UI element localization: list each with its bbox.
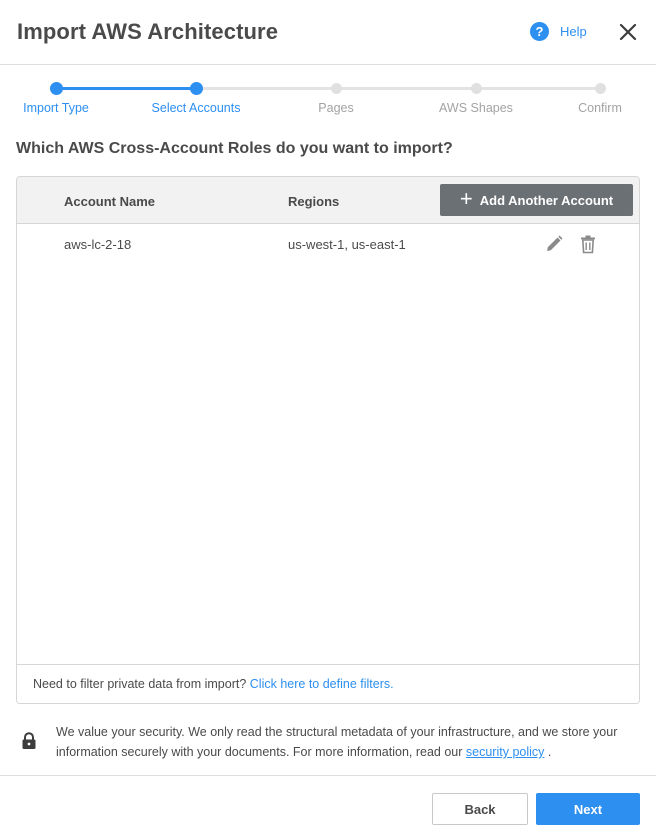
step-dot-select-accounts: [190, 82, 203, 95]
security-text: We value your security. We only read the…: [56, 722, 636, 762]
step-dot-import-type: [50, 82, 63, 95]
delete-account-button[interactable]: [578, 234, 598, 254]
plus-icon: +: [459, 186, 473, 211]
step-dot-aws-shapes: [471, 83, 482, 94]
security-suffix: .: [547, 745, 552, 759]
step-label-select-accounts: Select Accounts: [151, 101, 241, 115]
step-label-pages: Pages: [318, 101, 354, 115]
dialog-footer: Back Next: [0, 775, 656, 840]
step-dot-pages: [331, 83, 342, 94]
stepper-track-complete: [56, 87, 196, 90]
help-label: Help: [560, 24, 587, 39]
back-button[interactable]: Back: [432, 793, 528, 825]
table-row: aws-lc-2-18 us-west-1, us-east-1: [17, 224, 639, 266]
pencil-icon: [547, 235, 563, 251]
dialog-title: Import AWS Architecture: [17, 19, 279, 44]
next-button[interactable]: Next: [536, 793, 640, 825]
add-another-account-button[interactable]: + Add Another Account: [440, 184, 633, 216]
account-name-cell: aws-lc-2-18: [64, 237, 132, 252]
define-filters-link[interactable]: Click here to define filters.: [250, 677, 394, 691]
edit-account-button[interactable]: [544, 234, 564, 254]
dialog-header: Import AWS Architecture ? Help: [0, 0, 656, 65]
close-icon: [619, 23, 637, 41]
filter-prompt: Need to filter private data from import?…: [33, 677, 394, 691]
add-another-account-label: Add Another Account: [479, 192, 614, 208]
step-dot-confirm: [595, 83, 606, 94]
progress-stepper: Import Type Select Accounts Pages AWS Sh…: [0, 78, 656, 118]
step-label-aws-shapes: AWS Shapes: [439, 101, 513, 115]
help-link[interactable]: ? Help: [530, 22, 587, 41]
lock-icon: [22, 732, 36, 749]
close-button[interactable]: [617, 21, 639, 43]
column-header-account-name: Account Name: [64, 194, 156, 209]
question-circle-icon: ?: [530, 22, 549, 41]
security-policy-link[interactable]: security policy: [466, 745, 545, 759]
step-label-import-type[interactable]: Import Type: [23, 101, 89, 115]
security-notice: We value your security. We only read the…: [0, 718, 656, 776]
column-header-regions: Regions: [288, 194, 340, 209]
table-header: Account Name Regions + Add Another Accou…: [17, 177, 639, 224]
accounts-table: Account Name Regions + Add Another Accou…: [16, 176, 640, 704]
filter-bar: Need to filter private data from import?…: [17, 664, 639, 703]
stepper-track-pending: [196, 87, 600, 90]
trash-icon: [581, 235, 595, 254]
section-question: Which AWS Cross-Account Roles do you wan…: [16, 140, 453, 157]
regions-cell: us-west-1, us-east-1: [288, 237, 406, 252]
step-label-confirm: Confirm: [578, 101, 622, 115]
filter-text: Need to filter private data from import?: [33, 677, 247, 691]
